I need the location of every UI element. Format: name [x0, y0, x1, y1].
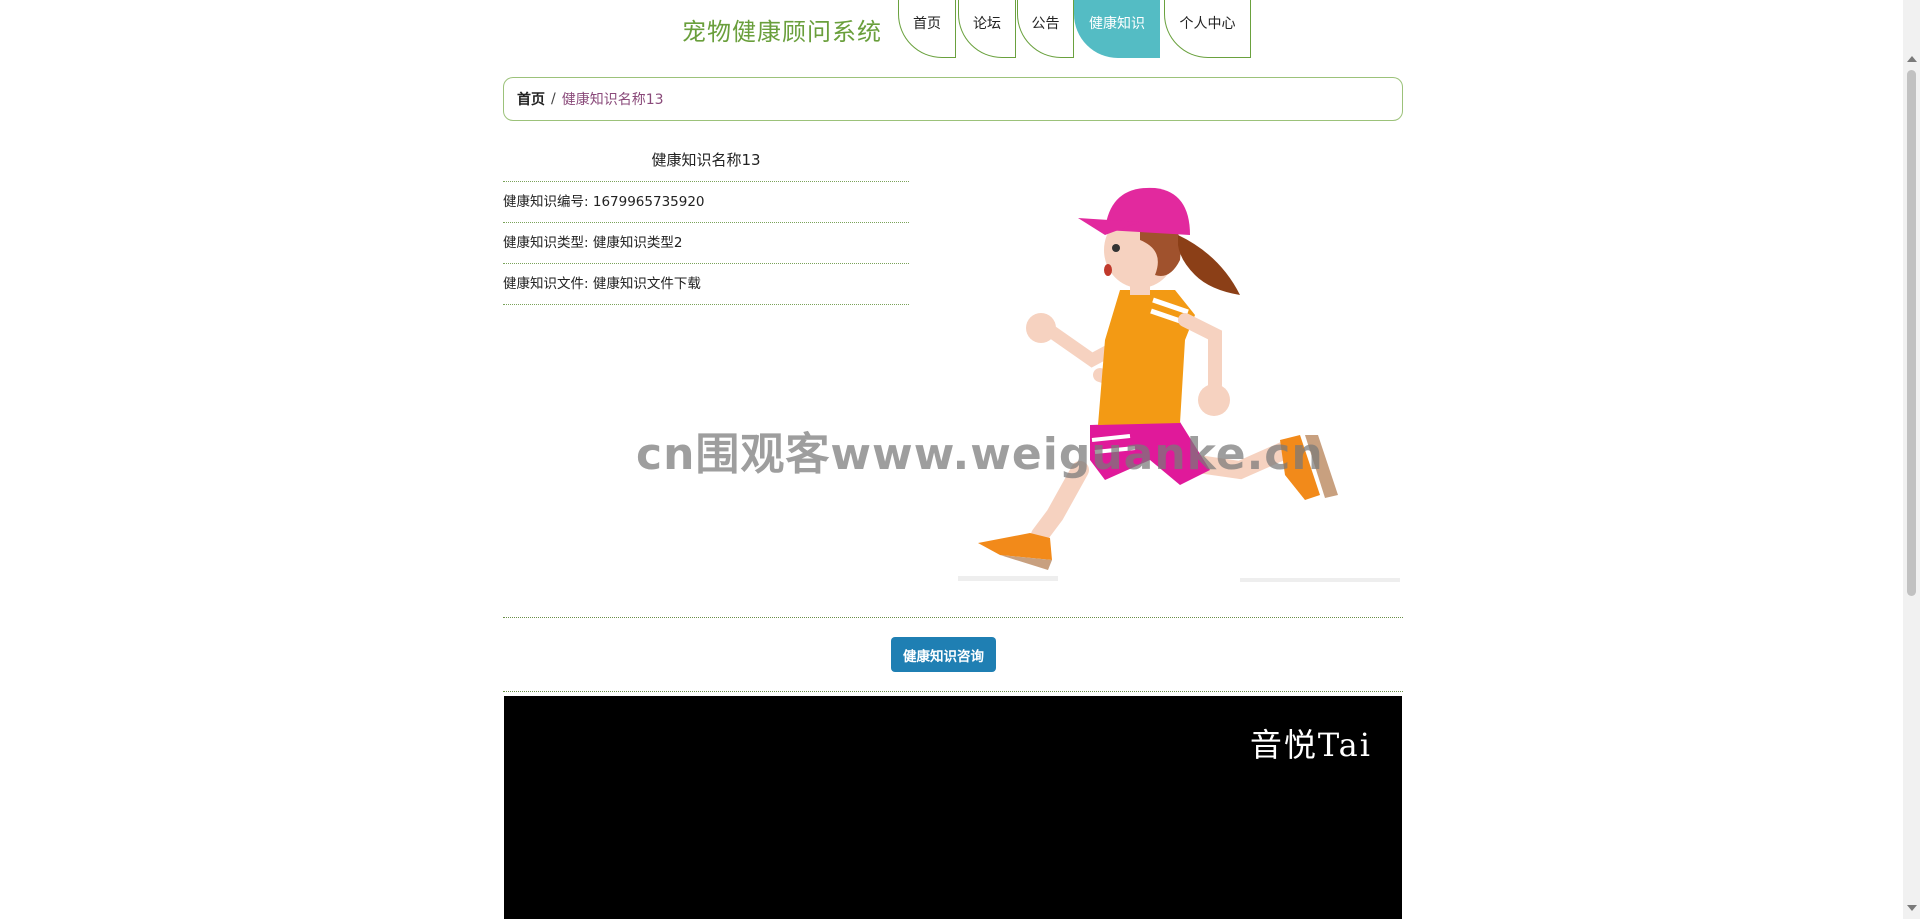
video-player[interactable]: 音悦Tai [504, 696, 1402, 919]
scroll-down-arrow-icon[interactable] [1907, 905, 1917, 911]
nav-health-knowledge[interactable]: 健康知识 [1074, 0, 1160, 58]
health-consult-button[interactable]: 健康知识咨询 [891, 637, 996, 672]
detail-id-label: 健康知识编号: [503, 194, 589, 210]
watermark-text: cn围观客www.weiguanke.cn [636, 429, 1324, 480]
section-divider [503, 617, 1403, 618]
detail-id-value: 1679965735920 [592, 194, 705, 210]
scroll-up-arrow-icon[interactable] [1907, 56, 1917, 62]
nav-personal-center[interactable]: 个人中心 [1164, 0, 1251, 58]
detail-row-file: 健康知识文件: 健康知识文件下载 [503, 264, 909, 305]
site-title: 宠物健康顾问系统 [682, 18, 882, 46]
section-divider [503, 691, 1403, 692]
breadcrumb-current: 健康知识名称13 [561, 92, 664, 108]
nav-personal-center-label: 个人中心 [1179, 15, 1236, 32]
video-caption: 音悦Tai [1249, 726, 1372, 764]
detail-row-type: 健康知识类型: 健康知识类型2 [503, 223, 909, 264]
page-scrollbar[interactable] [1903, 0, 1920, 919]
nav-home[interactable]: 首页 [898, 0, 956, 58]
nav-forum[interactable]: 论坛 [958, 0, 1016, 58]
breadcrumb-home[interactable]: 首页 [517, 89, 545, 109]
knowledge-detail: 健康知识名称13 健康知识编号: 1679965735920 健康知识类型: 健… [503, 140, 909, 305]
detail-type-label: 健康知识类型: [503, 235, 589, 251]
detail-row-id: 健康知识编号: 1679965735920 [503, 182, 909, 223]
detail-file-label: 健康知识文件: [503, 276, 589, 292]
nav-home-label: 首页 [913, 15, 941, 32]
scroll-thumb[interactable] [1907, 70, 1916, 596]
breadcrumb-separator: / [551, 91, 556, 107]
breadcrumb: 首页 / 健康知识名称13 [503, 77, 1403, 121]
knowledge-image [940, 140, 1406, 590]
nav-health-knowledge-label: 健康知识 [1089, 15, 1145, 32]
nav-announcement-label: 公告 [1031, 15, 1060, 32]
file-download-link[interactable]: 健康知识文件下载 [593, 276, 701, 292]
detail-type-value: 健康知识类型2 [592, 235, 683, 251]
nav-announcement[interactable]: 公告 [1017, 0, 1074, 58]
running-girl-illustration [958, 187, 1400, 582]
nav-forum-label: 论坛 [973, 15, 1001, 32]
detail-title: 健康知识名称13 [503, 140, 909, 182]
